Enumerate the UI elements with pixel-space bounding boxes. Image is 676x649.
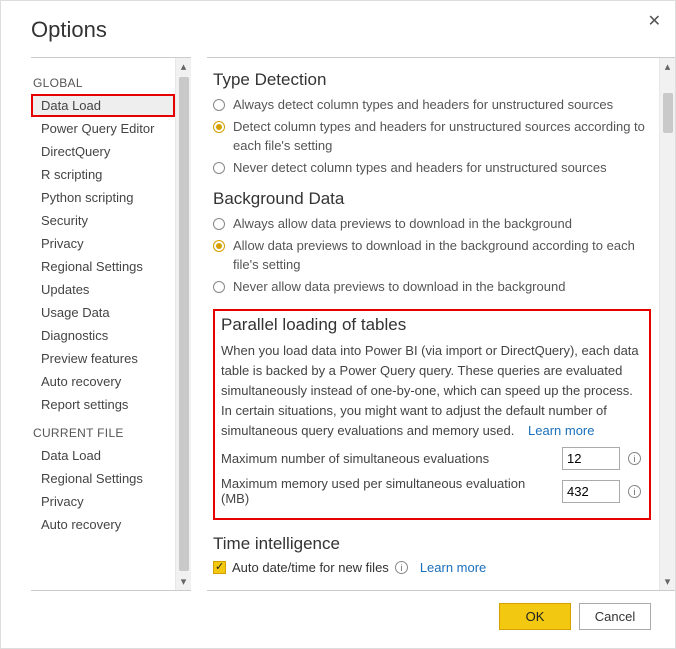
- type-detection-title: Type Detection: [213, 70, 651, 90]
- main-scrollbar[interactable]: ▴ ▾: [659, 58, 675, 590]
- sidebar-section-global: GLOBAL: [31, 66, 175, 94]
- cancel-button[interactable]: Cancel: [579, 603, 651, 630]
- main-content: Type Detection Always detect column type…: [207, 58, 659, 590]
- info-icon[interactable]: i: [628, 485, 641, 498]
- ok-button[interactable]: OK: [499, 603, 571, 630]
- sidebar-item-preview-features[interactable]: Preview features: [31, 347, 175, 370]
- info-icon[interactable]: i: [628, 452, 641, 465]
- radio-icon[interactable]: [213, 121, 225, 133]
- checkbox-label: Auto date/time for new files: [232, 560, 389, 575]
- time-intelligence-title: Time intelligence: [213, 534, 651, 554]
- radio-label: Detect column types and headers for unst…: [233, 118, 651, 156]
- radio-icon[interactable]: [213, 162, 225, 174]
- max-memory-label: Maximum memory used per simultaneous eva…: [221, 476, 552, 506]
- type-detection-opt3[interactable]: Never detect column types and headers fo…: [213, 159, 651, 178]
- scroll-down-icon[interactable]: ▾: [176, 573, 191, 590]
- radio-label: Allow data previews to download in the b…: [233, 237, 651, 275]
- parallel-loading-title: Parallel loading of tables: [221, 315, 643, 335]
- type-detection-opt1[interactable]: Always detect column types and headers f…: [213, 96, 651, 115]
- scroll-up-icon[interactable]: ▴: [176, 58, 191, 75]
- sidebar-item-cf-regional-settings[interactable]: Regional Settings: [31, 467, 175, 490]
- radio-icon[interactable]: [213, 281, 225, 293]
- radio-icon[interactable]: [213, 99, 225, 111]
- sidebar-item-cf-data-load[interactable]: Data Load: [31, 444, 175, 467]
- sidebar-item-python-scripting[interactable]: Python scripting: [31, 186, 175, 209]
- sidebar-scrollbar[interactable]: ▴ ▾: [175, 58, 191, 590]
- parallel-loading-description: When you load data into Power BI (via im…: [221, 341, 643, 442]
- radio-label: Never detect column types and headers fo…: [233, 159, 607, 178]
- max-memory-input[interactable]: [562, 480, 620, 503]
- background-data-opt3[interactable]: Never allow data previews to download in…: [213, 278, 651, 297]
- sidebar-item-cf-auto-recovery[interactable]: Auto recovery: [31, 513, 175, 536]
- max-evaluations-label: Maximum number of simultaneous evaluatio…: [221, 451, 552, 466]
- scroll-down-icon[interactable]: ▾: [660, 573, 675, 590]
- sidebar-item-r-scripting[interactable]: R scripting: [31, 163, 175, 186]
- time-intel-learn-more-link[interactable]: Learn more: [420, 560, 486, 575]
- main-scroll-thumb[interactable]: [663, 93, 673, 133]
- checkbox-icon[interactable]: [213, 561, 226, 574]
- sidebar-scroll-thumb[interactable]: [179, 77, 189, 571]
- info-icon[interactable]: i: [395, 561, 408, 574]
- background-data-opt2[interactable]: Allow data previews to download in the b…: [213, 237, 651, 275]
- sidebar-item-data-load[interactable]: Data Load: [31, 94, 175, 117]
- parallel-loading-section: Parallel loading of tables When you load…: [213, 309, 651, 521]
- max-evaluations-input[interactable]: [562, 447, 620, 470]
- radio-label: Never allow data previews to download in…: [233, 278, 565, 297]
- radio-icon[interactable]: [213, 218, 225, 230]
- background-data-opt1[interactable]: Always allow data previews to download i…: [213, 215, 651, 234]
- sidebar-item-auto-recovery[interactable]: Auto recovery: [31, 370, 175, 393]
- parallel-learn-more-link[interactable]: Learn more: [528, 423, 594, 438]
- close-button[interactable]: ✕: [642, 7, 667, 35]
- sidebar-item-power-query-editor[interactable]: Power Query Editor: [31, 117, 175, 140]
- sidebar-item-usage-data[interactable]: Usage Data: [31, 301, 175, 324]
- radio-label: Always detect column types and headers f…: [233, 96, 613, 115]
- sidebar-item-cf-privacy[interactable]: Privacy: [31, 490, 175, 513]
- sidebar-section-current-file: CURRENT FILE: [31, 416, 175, 444]
- sidebar-item-report-settings[interactable]: Report settings: [31, 393, 175, 416]
- scroll-up-icon[interactable]: ▴: [660, 58, 675, 75]
- type-detection-opt2[interactable]: Detect column types and headers for unst…: [213, 118, 651, 156]
- sidebar-item-directquery[interactable]: DirectQuery: [31, 140, 175, 163]
- sidebar-item-privacy[interactable]: Privacy: [31, 232, 175, 255]
- dialog-title: Options: [31, 17, 107, 43]
- sidebar-item-diagnostics[interactable]: Diagnostics: [31, 324, 175, 347]
- sidebar-item-regional-settings[interactable]: Regional Settings: [31, 255, 175, 278]
- radio-label: Always allow data previews to download i…: [233, 215, 572, 234]
- sidebar: GLOBAL Data Load Power Query Editor Dire…: [31, 57, 191, 591]
- auto-date-time-row[interactable]: Auto date/time for new files i Learn mor…: [213, 560, 651, 575]
- radio-icon[interactable]: [213, 240, 225, 252]
- sidebar-item-security[interactable]: Security: [31, 209, 175, 232]
- sidebar-item-updates[interactable]: Updates: [31, 278, 175, 301]
- background-data-title: Background Data: [213, 189, 651, 209]
